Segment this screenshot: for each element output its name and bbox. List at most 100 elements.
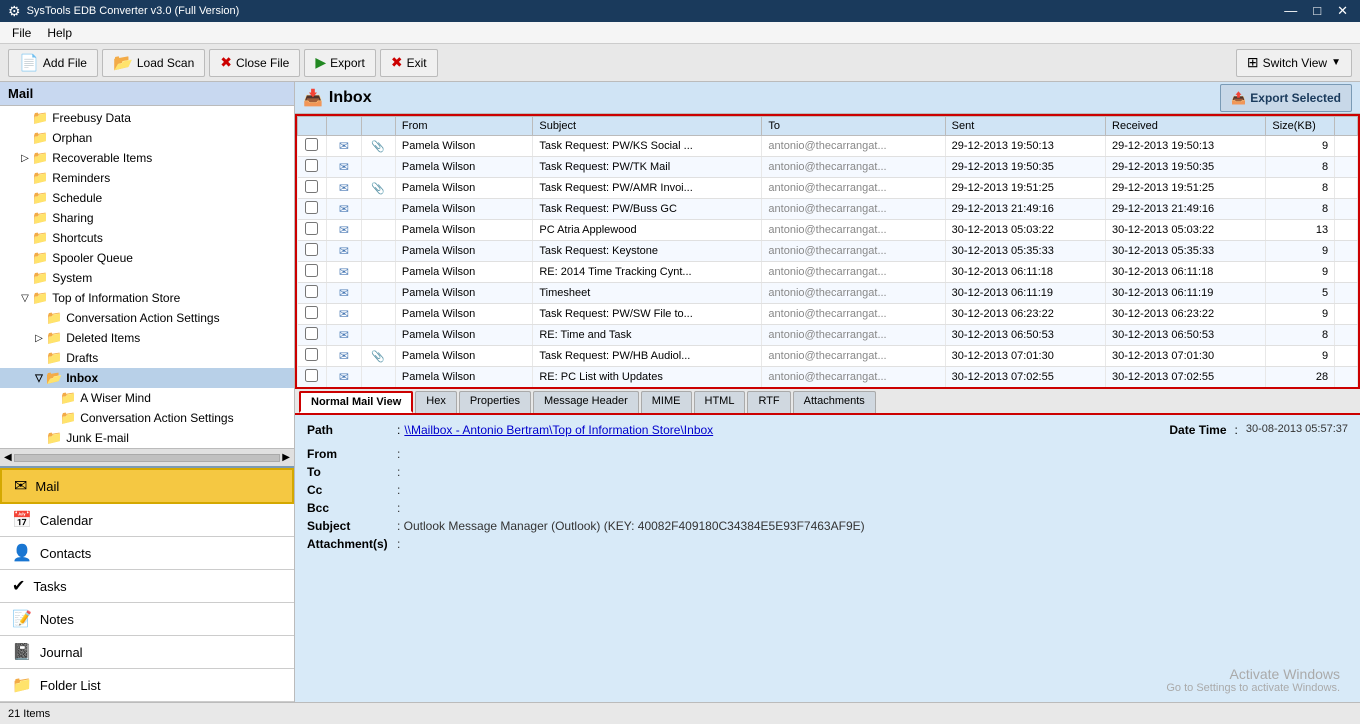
row-checkbox-cell[interactable] (298, 367, 327, 388)
row-checkbox-cell[interactable] (298, 346, 327, 367)
col-received-header[interactable]: Received (1106, 117, 1266, 136)
tree-item[interactable]: ▽📂Inbox (0, 368, 294, 388)
col-check-header[interactable] (298, 117, 327, 136)
tree-expand-icon[interactable]: ▽ (32, 373, 46, 384)
nav-btn-folder-list[interactable]: 📁Folder List (0, 669, 294, 702)
table-row[interactable]: ✉ 📎 Pamela Wilson Task Request: PW/KS So… (298, 136, 1358, 157)
col-extra-header[interactable] (1335, 117, 1358, 136)
row-checkbox-cell[interactable] (298, 178, 327, 199)
table-row[interactable]: ✉ Pamela Wilson Task Request: PW/TK Mail… (298, 157, 1358, 178)
minimize-button[interactable]: — (1280, 3, 1301, 19)
tree-item[interactable]: 📁Freebusy Data (0, 108, 294, 128)
scroll-right-icon[interactable]: ▶ (282, 452, 290, 463)
tree-item[interactable]: 📁Orphan (0, 128, 294, 148)
col-subject-header[interactable]: Subject (533, 117, 762, 136)
row-checkbox[interactable] (305, 222, 318, 235)
menu-file[interactable]: File (4, 24, 39, 42)
tree-item[interactable]: ▽📁Top of Information Store (0, 288, 294, 308)
tree-item[interactable]: ▷📁Deleted Items (0, 328, 294, 348)
col-size-header[interactable]: Size(KB) (1266, 117, 1335, 136)
row-checkbox-cell[interactable] (298, 220, 327, 241)
nav-btn-mail[interactable]: ✉Mail (0, 468, 294, 504)
table-row[interactable]: ✉ Pamela Wilson PC Atria Applewood anton… (298, 220, 1358, 241)
row-checkbox[interactable] (305, 264, 318, 277)
close-file-button[interactable]: ✖ Close File (209, 49, 300, 77)
tree-item[interactable]: 📁Reminders (0, 168, 294, 188)
tree-item[interactable]: 📁Junk E-mail (0, 428, 294, 448)
tab-normal-mail-view[interactable]: Normal Mail View (299, 391, 413, 413)
row-checkbox-cell[interactable] (298, 283, 327, 304)
row-checkbox[interactable] (305, 327, 318, 340)
tree-expand-icon[interactable]: ▽ (18, 293, 32, 304)
table-row[interactable]: ✉ 📎 Pamela Wilson Task Request: PW/HB Au… (298, 346, 1358, 367)
table-row[interactable]: ✉ Pamela Wilson RE: PC List with Updates… (298, 367, 1358, 388)
add-file-button[interactable]: 📄 Add File (8, 49, 98, 77)
load-scan-button[interactable]: 📂 Load Scan (102, 49, 205, 77)
row-checkbox[interactable] (305, 180, 318, 193)
nav-btn-journal[interactable]: 📓Journal (0, 636, 294, 669)
tab-message-header[interactable]: Message Header (533, 391, 639, 413)
row-checkbox[interactable] (305, 159, 318, 172)
row-checkbox-cell[interactable] (298, 199, 327, 220)
row-checkbox-cell[interactable] (298, 136, 327, 157)
tree-item[interactable]: 📁Shortcuts (0, 228, 294, 248)
col-attach-header[interactable] (361, 117, 395, 136)
col-sent-header[interactable]: Sent (945, 117, 1105, 136)
row-checkbox[interactable] (305, 306, 318, 319)
tree-item[interactable]: 📁Sharing (0, 208, 294, 228)
nav-btn-notes[interactable]: 📝Notes (0, 603, 294, 636)
tree-expand-icon[interactable]: ▷ (18, 153, 32, 164)
table-row[interactable]: ✉ 📎 Pamela Wilson Task Request: PW/AMR I… (298, 178, 1358, 199)
table-row[interactable]: ✉ Pamela Wilson RE: 2014 Time Tracking C… (298, 262, 1358, 283)
tab-html[interactable]: HTML (694, 391, 746, 413)
export-button[interactable]: ▶ Export (304, 49, 375, 77)
col-to-header[interactable]: To (762, 117, 945, 136)
tree-item[interactable]: 📁Conversation Action Settings (0, 308, 294, 328)
export-selected-button[interactable]: 📤 Export Selected (1220, 84, 1352, 112)
tree-item[interactable]: 📁Conversation Action Settings (0, 408, 294, 428)
sidebar-scroll-bar[interactable]: ◀ ▶ (0, 448, 294, 466)
table-row[interactable]: ✉ Pamela Wilson Task Request: PW/Buss GC… (298, 199, 1358, 220)
tree-item[interactable]: 📁Spooler Queue (0, 248, 294, 268)
menu-help[interactable]: Help (39, 24, 80, 42)
col-from-header[interactable]: From (395, 117, 532, 136)
row-checkbox-cell[interactable] (298, 262, 327, 283)
row-checkbox-cell[interactable] (298, 304, 327, 325)
table-row[interactable]: ✉ Pamela Wilson Task Request: Keystone a… (298, 241, 1358, 262)
close-button[interactable]: ✕ (1333, 3, 1352, 19)
row-checkbox[interactable] (305, 348, 318, 361)
tree-item[interactable]: 📁System (0, 268, 294, 288)
nav-btn-contacts[interactable]: 👤Contacts (0, 537, 294, 570)
tab-hex[interactable]: Hex (415, 391, 457, 413)
sidebar-tree[interactable]: 📁Freebusy Data📁Orphan▷📁Recoverable Items… (0, 106, 294, 448)
table-row[interactable]: ✉ Pamela Wilson Timesheet antonio@thecar… (298, 283, 1358, 304)
table-row[interactable]: ✉ Pamela Wilson Task Request: PW/SW File… (298, 304, 1358, 325)
row-checkbox[interactable] (305, 138, 318, 151)
tab-attachments[interactable]: Attachments (793, 391, 876, 413)
tab-properties[interactable]: Properties (459, 391, 531, 413)
tree-expand-icon[interactable]: ▷ (32, 333, 46, 344)
tree-item[interactable]: 📁Schedule (0, 188, 294, 208)
tree-item[interactable]: 📁A Wiser Mind (0, 388, 294, 408)
row-checkbox-cell[interactable] (298, 241, 327, 262)
row-checkbox[interactable] (305, 201, 318, 214)
tree-item[interactable]: 📁Drafts (0, 348, 294, 368)
row-checkbox[interactable] (305, 243, 318, 256)
table-row[interactable]: ✉ Pamela Wilson RE: Time and Task antoni… (298, 325, 1358, 346)
row-checkbox-cell[interactable] (298, 157, 327, 178)
row-checkbox[interactable] (305, 369, 318, 382)
scroll-left-icon[interactable]: ◀ (4, 452, 12, 463)
path-value[interactable]: \\Mailbox - Antonio Bertram\Top of Infor… (404, 423, 713, 437)
maximize-button[interactable]: □ (1309, 3, 1325, 19)
nav-btn-calendar[interactable]: 📅Calendar (0, 504, 294, 537)
exit-button[interactable]: ✖ Exit (380, 49, 438, 77)
switch-view-button[interactable]: ⊞ Switch View ▼ (1236, 49, 1352, 77)
tab-rtf[interactable]: RTF (747, 391, 790, 413)
row-checkbox-cell[interactable] (298, 325, 327, 346)
col-type-header[interactable] (327, 117, 361, 136)
email-table-container[interactable]: From Subject To Sent Received Size(KB) ✉… (295, 114, 1360, 389)
tree-item[interactable]: ▷📁Recoverable Items (0, 148, 294, 168)
nav-btn-tasks[interactable]: ✔Tasks (0, 570, 294, 603)
tab-mime[interactable]: MIME (641, 391, 692, 413)
row-checkbox[interactable] (305, 285, 318, 298)
